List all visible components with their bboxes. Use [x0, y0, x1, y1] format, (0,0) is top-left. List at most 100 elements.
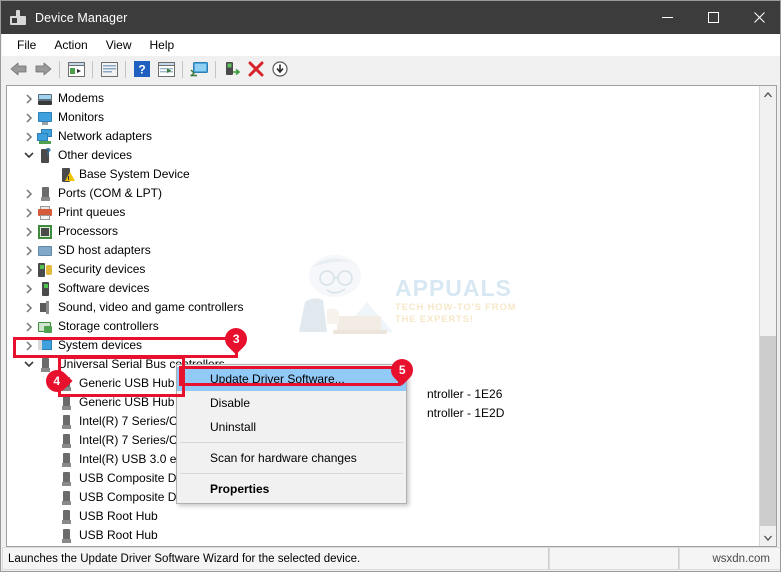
tree-row-label: Software devices: [58, 281, 150, 295]
processor-icon: [37, 224, 53, 240]
uninstall-device-icon[interactable]: [244, 58, 268, 80]
tree-row-label: Monitors: [58, 110, 105, 124]
window-controls: [644, 1, 780, 34]
security-icon: [37, 262, 53, 278]
printer-icon: [37, 205, 53, 221]
tree-row[interactable]: Modems: [7, 89, 759, 108]
chevron-down-icon[interactable]: [21, 355, 37, 374]
usb-icon: [58, 433, 74, 449]
tree-row[interactable]: USB Root Hub: [7, 526, 759, 545]
tree-row[interactable]: Ports (COM & LPT): [7, 184, 759, 203]
chevron-right-icon[interactable]: [21, 89, 37, 108]
chevron-right-icon[interactable]: [21, 279, 37, 298]
monitor-icon: [37, 110, 53, 126]
close-button[interactable]: [736, 1, 780, 34]
tree-row[interactable]: Security devices: [7, 260, 759, 279]
chevron-right-icon[interactable]: [21, 127, 37, 146]
tree-row-label: Network adapters: [58, 129, 153, 143]
chevron-down-icon[interactable]: [21, 146, 37, 165]
tree-row-label: USB Composite D: [79, 471, 177, 485]
tree-row-label: Generic USB Hub: [79, 395, 175, 409]
tree-row-label: Print queues: [58, 205, 126, 219]
chevron-right-icon[interactable]: [21, 203, 37, 222]
maximize-button[interactable]: [690, 1, 736, 34]
other-device-icon: ?: [37, 147, 53, 164]
toolbar: ?: [2, 56, 780, 82]
tree-row-label: Sound, video and game controllers: [58, 300, 244, 314]
tree-row[interactable]: USB Root Hub: [7, 507, 759, 526]
back-icon[interactable]: [7, 58, 31, 80]
tree-row-label: USB Composite D: [79, 490, 177, 504]
tree-row[interactable]: Software devices: [7, 279, 759, 298]
tree-row[interactable]: Print queues: [7, 203, 759, 222]
svg-text:?: ?: [138, 63, 145, 77]
help-icon[interactable]: ?: [130, 58, 154, 80]
chevron-right-icon[interactable]: [21, 108, 37, 127]
show-hidden-devices-icon[interactable]: [64, 58, 88, 80]
tree-row-label: Security devices: [58, 262, 146, 276]
scrollbar-thumb[interactable]: [760, 336, 776, 526]
tree-row[interactable]: System devices: [7, 336, 759, 355]
window-title: Device Manager: [35, 10, 128, 25]
context-menu-item-update-driver[interactable]: Update Driver Software...: [177, 367, 406, 391]
usb-icon: [58, 395, 74, 411]
tree-row-label: System devices: [58, 338, 143, 352]
tree-row[interactable]: Base System Device: [7, 165, 759, 184]
toolbar-separator: [59, 60, 60, 78]
menu-action[interactable]: Action: [45, 36, 96, 54]
tree-row[interactable]: Network adapters: [7, 127, 759, 146]
chevron-right-icon[interactable]: [21, 222, 37, 241]
modem-icon: [37, 91, 53, 107]
status-middle-pane: [549, 547, 679, 570]
minimize-button[interactable]: [644, 1, 690, 34]
chevron-right-icon[interactable]: [21, 298, 37, 317]
menu-help[interactable]: Help: [141, 36, 184, 54]
vertical-scrollbar[interactable]: [759, 86, 776, 546]
add-legacy-hardware-icon[interactable]: [220, 58, 244, 80]
tree-row-label: Ports (COM & LPT): [58, 186, 163, 200]
usb-icon: [58, 509, 74, 525]
tree-row[interactable]: Sound, video and game controllers: [7, 298, 759, 317]
menu-view[interactable]: View: [97, 36, 141, 54]
tree-row-label: USB Root Hub: [79, 528, 158, 542]
update-driver-icon[interactable]: [154, 58, 178, 80]
tree-row[interactable]: SD host adapters: [7, 241, 759, 260]
device-manager-window: Device Manager File Action View Help ? M…: [0, 0, 781, 572]
port-icon: [37, 186, 53, 202]
context-menu-item-disable[interactable]: Disable: [177, 391, 406, 415]
chevron-right-icon[interactable]: [21, 260, 37, 279]
toolbar-separator: [92, 60, 93, 78]
tree-row[interactable]: Storage controllers: [7, 317, 759, 336]
tree-row[interactable]: ? Other devices: [7, 146, 759, 165]
tree-row[interactable]: Monitors: [7, 108, 759, 127]
context-menu-item-uninstall[interactable]: Uninstall: [177, 415, 406, 439]
chevron-right-icon[interactable]: [21, 184, 37, 203]
context-menu-item-properties[interactable]: Properties: [177, 477, 406, 501]
forward-icon[interactable]: [31, 58, 55, 80]
chevron-right-icon[interactable]: [21, 336, 37, 355]
tree-row-label: Intel(R) USB 3.0 e: [79, 452, 177, 466]
scroll-up-button[interactable]: [760, 86, 776, 103]
usb-icon: [58, 452, 74, 468]
tree-row-label: USB Root Hub: [79, 509, 158, 523]
disable-device-icon[interactable]: [268, 58, 292, 80]
tree-row-label: Modems: [58, 91, 105, 105]
properties-icon[interactable]: [97, 58, 121, 80]
badge-5-label: 5: [398, 363, 406, 377]
tree-row[interactable]: Processors: [7, 222, 759, 241]
menu-bar: File Action View Help: [2, 34, 780, 56]
scan-hardware-changes-icon[interactable]: [187, 58, 211, 80]
chevron-right-icon[interactable]: [21, 241, 37, 260]
context-menu-item-scan-hardware[interactable]: Scan for hardware changes: [177, 446, 406, 470]
menu-file[interactable]: File: [8, 36, 45, 54]
context-menu[interactable]: Update Driver Software... Disable Uninst…: [176, 364, 407, 504]
network-icon: [37, 128, 53, 145]
chevron-right-icon[interactable]: [21, 317, 37, 336]
scroll-down-button[interactable]: [760, 529, 776, 546]
status-bar: Launches the Update Driver Software Wiza…: [2, 547, 780, 570]
usb-icon: [58, 414, 74, 430]
